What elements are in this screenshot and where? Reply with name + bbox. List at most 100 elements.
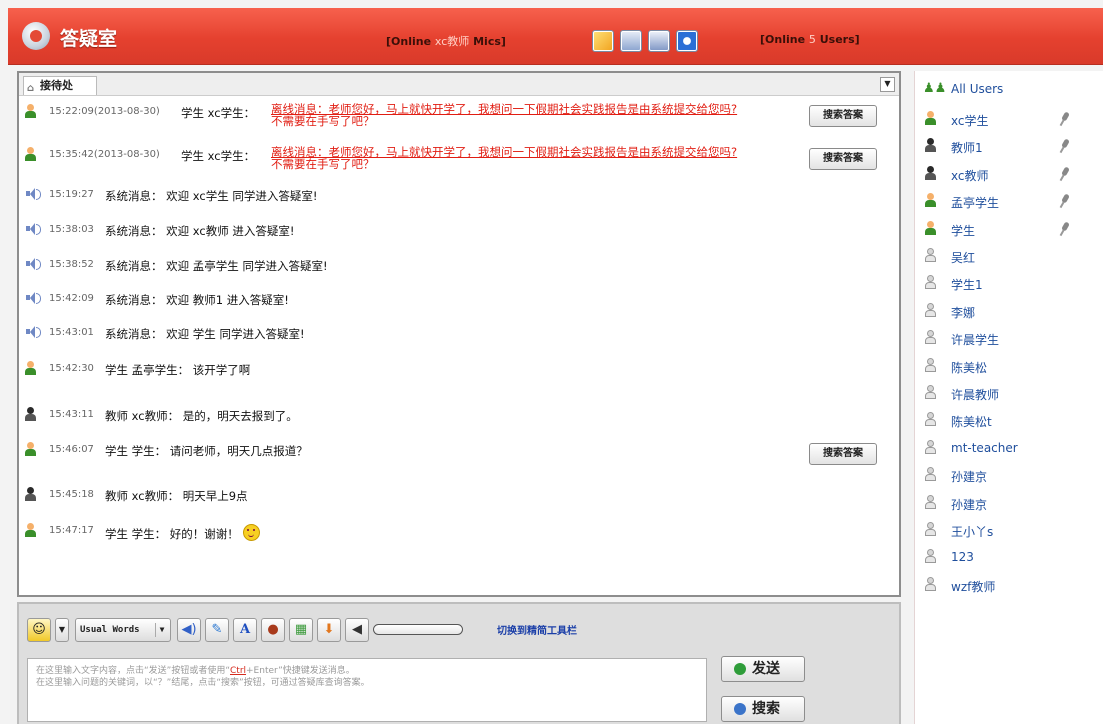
emoji-dropdown-icon[interactable]: ▼ (55, 618, 69, 642)
user-list-item[interactable]: 许晨学生 (921, 326, 1099, 350)
app-title: 答疑室 (60, 28, 118, 50)
microphone-icon[interactable] (1059, 138, 1073, 154)
system-message: 15:19:27 系统消息： 欢迎 xc学生 同学进入答疑室! (25, 183, 885, 209)
offline-user-icon (925, 357, 936, 372)
user-list-item[interactable]: 李娜 (921, 299, 1099, 323)
user-list-item[interactable]: 孙建京 (921, 463, 1099, 487)
folder-icon[interactable] (592, 30, 614, 52)
online-users-status: [Online 5 Users] (760, 33, 860, 46)
system-message: 15:38:03 系统消息： 欢迎 xc教师 进入答疑室! (25, 218, 885, 244)
tab-dropdown-button[interactable]: ▼ (880, 77, 895, 92)
user-name: 孙建京 (951, 470, 988, 485)
chevron-down-icon: ▼ (155, 623, 168, 637)
user-list-item[interactable]: 教师1 (921, 134, 1099, 158)
compose-toolbar: ☺ ▼ Usual Words ▼ ◀) ✎ A ● ▦ ⬇ ◀ 切换到精简工具栏 (27, 618, 707, 642)
speaker-icon (25, 325, 41, 338)
search-answer-button[interactable]: 搜索答案 (809, 443, 877, 465)
student-avatar-icon (25, 442, 36, 456)
user-name: 孟亭学生 (951, 196, 1000, 211)
app-logo-icon (22, 22, 50, 50)
user-name: 陈美松 (951, 360, 988, 375)
user-name: 陈美松t (951, 415, 992, 430)
tab-reception[interactable]: ⌂ 接待处 (23, 76, 97, 95)
header-toolbar (592, 30, 698, 52)
system-message: 15:42:09 系统消息： 欢迎 教师1 进入答疑室! (25, 287, 885, 313)
teacher-avatar-icon (25, 487, 36, 501)
document-icon[interactable] (620, 30, 642, 52)
chat-message: 15:43:11 教师 xc教师： 是的，明天去报到了。 (25, 403, 885, 429)
chat-message: 15:35:42(2013-08-30) 学生 xc学生： 离线消息：老师您好，… (25, 143, 885, 171)
volume-slider[interactable] (373, 624, 463, 635)
chat-message: 15:45:18 教师 xc教师： 明天早上9点 (25, 483, 885, 509)
student-avatar-icon (925, 220, 936, 235)
offline-user-icon (925, 248, 936, 262)
user-name: 王小丫s (951, 525, 994, 539)
edit-icon[interactable]: ✎ (205, 618, 229, 642)
microphone-icon[interactable] (1059, 166, 1073, 182)
user-list-item[interactable]: 许晨教师 (921, 381, 1099, 405)
offline-user-icon (925, 275, 936, 290)
offline-user-icon (925, 385, 936, 399)
download-icon[interactable]: ⬇ (317, 618, 341, 642)
user-list-item[interactable]: 学生 (921, 217, 1099, 241)
search-answer-button[interactable]: 搜索答案 (809, 148, 877, 170)
speaker-icon (25, 257, 41, 270)
offline-message-text: 离线消息：老师您好，马上就快开学了，我想问一下假期社会实践报告是由系统提交给您吗… (271, 102, 738, 128)
search-answer-button[interactable]: 搜索答案 (809, 105, 877, 127)
usual-words-select[interactable]: Usual Words ▼ (75, 618, 171, 642)
user-name: 孙建京 (951, 497, 988, 512)
student-avatar-icon (25, 361, 36, 375)
chat-message: 15:46:07 学生 学生： 请问老师，明天几点报道？ 搜索答案 (25, 438, 885, 465)
offline-message-text: 离线消息：老师您好，马上就快开学了，我想问一下假期社会实践报告是由系统提交给您吗… (271, 145, 738, 171)
user-name: 许晨学生 (951, 333, 1000, 348)
user-list-item[interactable]: xc学生 (921, 107, 1099, 131)
microphone-icon[interactable] (1059, 193, 1073, 209)
teacher-avatar-icon (925, 138, 936, 153)
user-name: 教师1 (951, 141, 983, 156)
system-message: 15:43:01 系统消息： 欢迎 学生 同学进入答疑室! (25, 321, 885, 347)
switch-toolbar-link[interactable]: 切换到精简工具栏 (497, 622, 577, 637)
send-arrow-icon (734, 663, 746, 675)
user-list-item[interactable]: 孙建京 (921, 491, 1099, 515)
home-icon: ⌂ (27, 83, 35, 94)
user-icon[interactable]: ● (261, 618, 285, 642)
calculator-icon[interactable] (648, 30, 670, 52)
user-list-item[interactable]: 王小丫s (921, 518, 1099, 542)
search-button[interactable]: 搜索 (721, 696, 805, 722)
offline-user-icon (925, 412, 936, 427)
user-name: 许晨教师 (951, 388, 1000, 402)
user-list-item[interactable]: xc教师 (921, 162, 1099, 186)
user-list-item[interactable]: 陈美松t (921, 408, 1099, 432)
offline-user-icon (925, 522, 936, 536)
emoji-icon[interactable]: ☺ (27, 618, 51, 642)
volume-icon[interactable]: ◀ (345, 618, 369, 642)
microphone-icon[interactable] (1059, 220, 1073, 237)
user-list-item[interactable]: mt-teacher (921, 436, 1099, 460)
speaker-icon (25, 222, 41, 235)
user-list-item[interactable]: 学生1 (921, 271, 1099, 295)
microphone-icon[interactable] (1059, 111, 1073, 127)
user-list-item[interactable]: 陈美松 (921, 354, 1099, 378)
offline-user-icon (925, 330, 936, 345)
student-avatar-icon (925, 193, 936, 208)
user-name: xc教师 (951, 168, 989, 183)
student-avatar-icon (925, 111, 936, 125)
user-list-item[interactable]: 123 (921, 545, 1099, 569)
user-list-item[interactable]: wzf教师 (921, 573, 1099, 597)
user-list-item[interactable]: 孟亭学生 (921, 189, 1099, 213)
chat-message: 15:42:30 学生 孟亭学生： 该开学了啊 (25, 357, 885, 383)
magnifier-icon (734, 703, 746, 715)
send-button[interactable]: 发送 (721, 656, 805, 682)
sound-icon[interactable]: ◀) (177, 618, 201, 642)
teacher-avatar-icon (925, 165, 936, 180)
offline-user-icon (925, 549, 936, 564)
chat-icon[interactable] (676, 30, 698, 52)
message-input[interactable]: 在这里输入文字内容，点击“发送”按钮或者使用“Ctrl+Enter”快捷键发送消… (27, 658, 707, 722)
user-name: wzf教师 (951, 579, 996, 594)
font-icon[interactable]: A (233, 618, 257, 642)
user-list-item[interactable]: 吴红 (921, 244, 1099, 268)
chat-panel: ⌂ 接待处 ▼ 15:22:09(2013-08-30) 学生 xc学生： 离线… (17, 71, 901, 597)
offline-user-icon (925, 302, 936, 317)
compose-panel: ☺ ▼ Usual Words ▼ ◀) ✎ A ● ▦ ⬇ ◀ 切换到精简工具栏… (17, 602, 901, 724)
image-icon[interactable]: ▦ (289, 618, 313, 642)
